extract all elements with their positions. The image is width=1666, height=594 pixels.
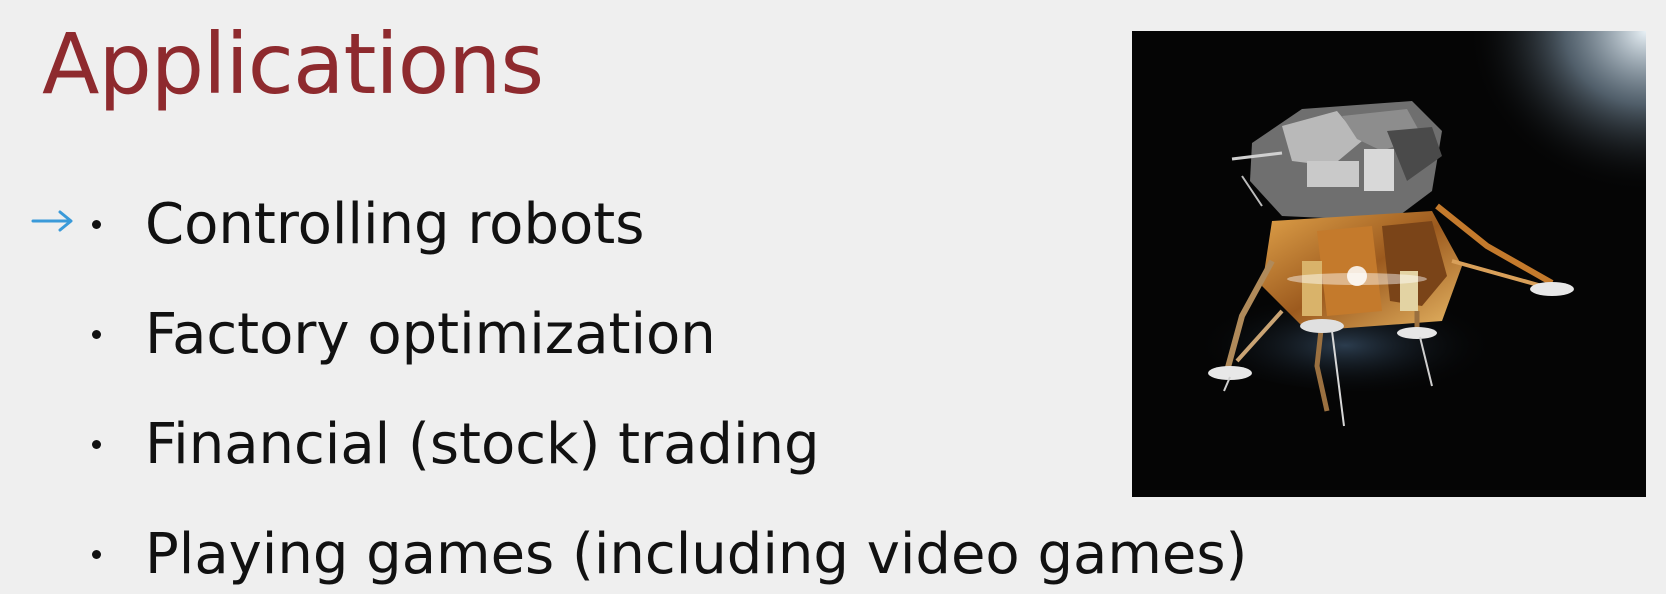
slide-title: Applications: [42, 15, 544, 113]
bullet-dot: [92, 329, 101, 339]
lunar-module-illustration: [1132, 31, 1646, 497]
bullet-item: Financial (stock) trading: [92, 404, 820, 484]
bullet-text: Controlling robots: [145, 191, 645, 257]
bullet-item: Controlling robots: [92, 184, 644, 264]
bullet-item: Factory optimization: [92, 294, 716, 374]
bullet-text: Playing games (including video games): [145, 521, 1248, 587]
bullet-text: Financial (stock) trading: [145, 411, 820, 477]
bullet-dot: [92, 549, 101, 559]
bullet-dot: [92, 439, 101, 449]
bullet-item: Playing games (including video games): [92, 514, 1247, 594]
lunar-module-photo: [1132, 31, 1646, 497]
bullet-dot: [92, 219, 101, 229]
bullet-text: Factory optimization: [145, 301, 716, 367]
slide: Applications Controlling robots Factory …: [0, 0, 1666, 594]
arrow-right-icon: [31, 210, 73, 232]
